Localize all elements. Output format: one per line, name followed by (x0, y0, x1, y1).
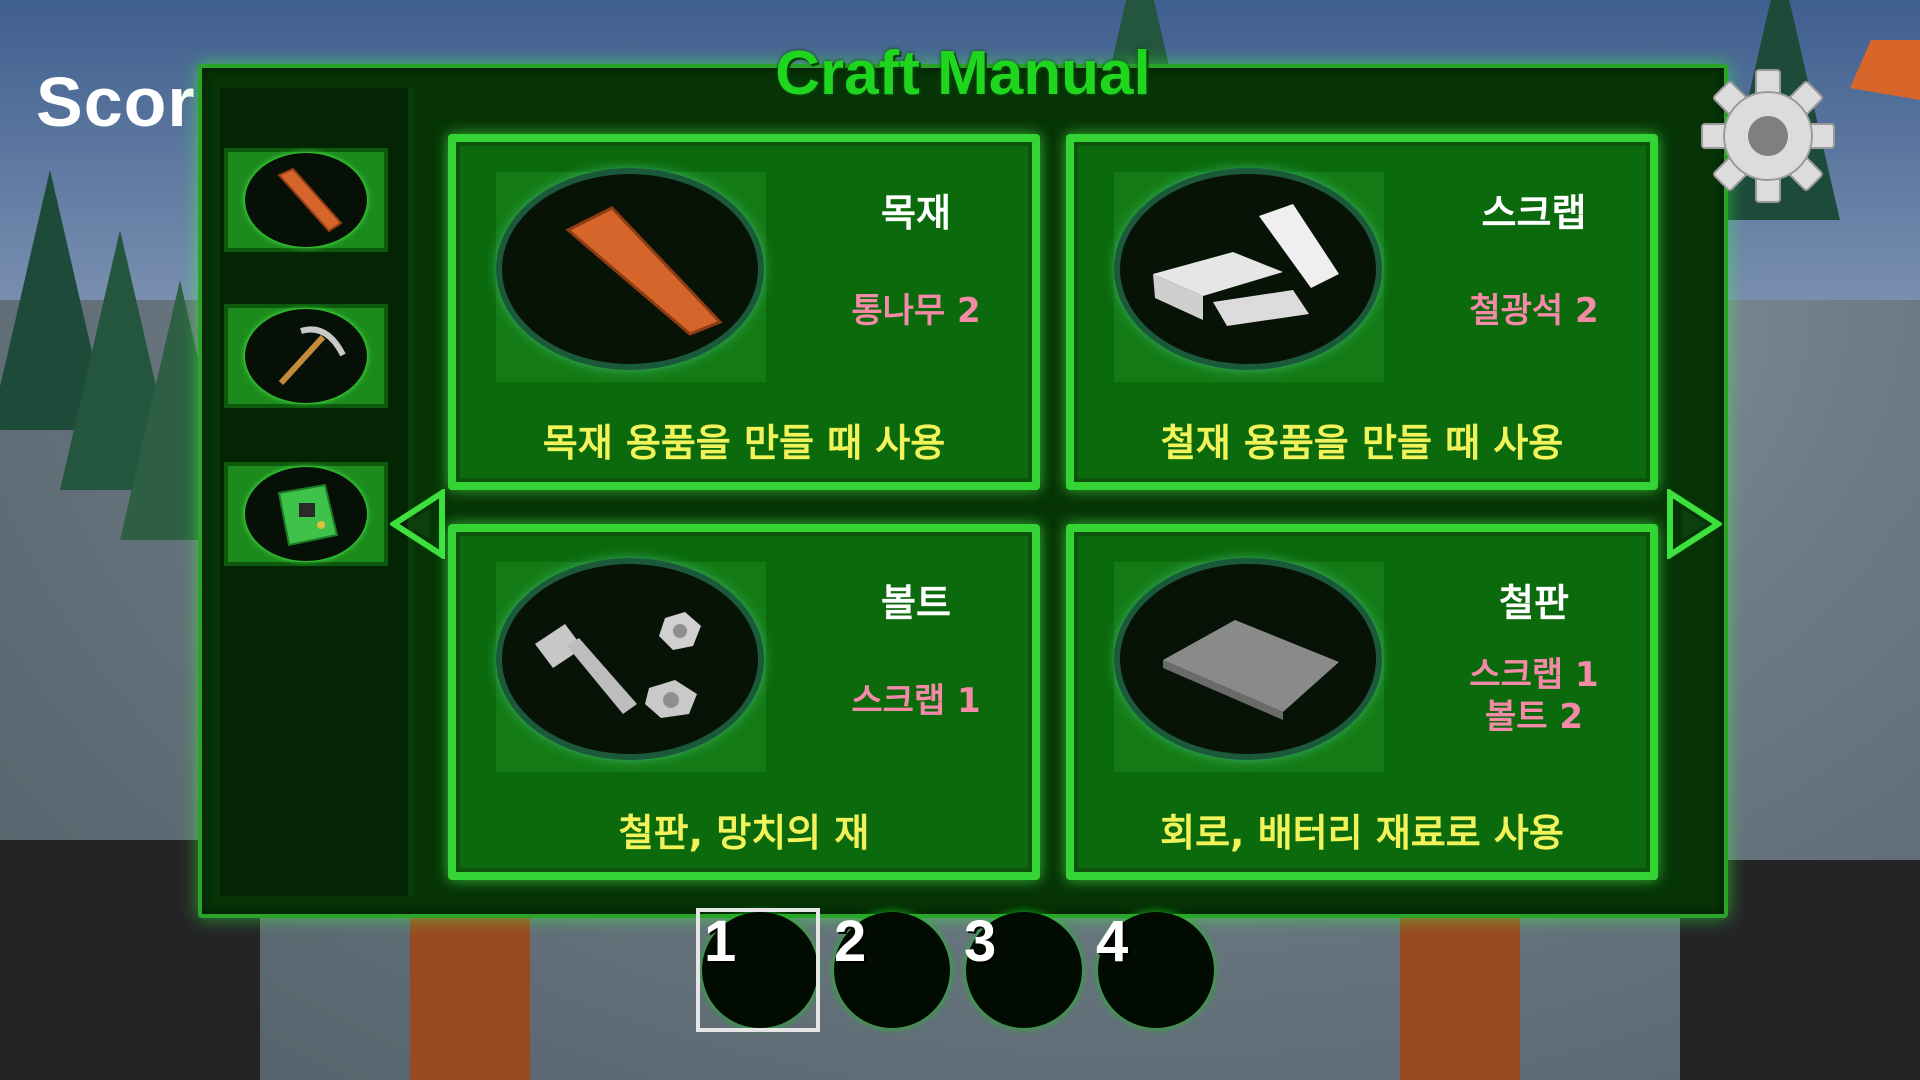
item-recipe: 철광석 2 (1469, 291, 1599, 331)
item-name: 철판 (1499, 581, 1569, 625)
recipe-card[interactable]: 철판 스크랩 1 볼트 2 회로, 배터리 재료로 사용 (1066, 524, 1658, 880)
brown-pillar (1400, 910, 1520, 1080)
hotbar-slot-number: 4 (1096, 909, 1129, 974)
hotbar-slot-number: 2 (834, 909, 867, 974)
item-description: 철판, 망치의 재 (618, 811, 870, 855)
item-name: 목재 (881, 191, 951, 235)
item-description: 목재 용품을 만들 때 사용 (542, 421, 946, 465)
craft-manual-panel: Craft Manual 목재 통나무 2 목재 용품을 만들 때 사용 스크랩… (198, 39, 1728, 918)
item-description: 철재 용품을 만들 때 사용 (1160, 421, 1564, 465)
settings-button[interactable] (1700, 68, 1836, 204)
next-page-arrow[interactable] (1664, 484, 1724, 564)
iron-plate-icon (1120, 564, 1376, 754)
circuit-board-icon (245, 467, 367, 561)
item-recipe: 스크랩 1 (1469, 655, 1599, 695)
item-name: 스크랩 (1481, 191, 1587, 235)
hotbar-slot-number: 3 (964, 909, 997, 974)
recipe-card[interactable]: 볼트 스크랩 1 철판, 망치의 재 (448, 524, 1040, 880)
category-tab-electronics[interactable] (224, 462, 388, 566)
item-recipe: 볼트 2 (1484, 697, 1584, 737)
left-arrow-icon (390, 489, 445, 559)
item-recipe: 통나무 2 (851, 291, 981, 331)
panel-title: Craft Manual (775, 39, 1151, 108)
item-name: 볼트 (881, 581, 951, 625)
wood-plank-icon (502, 174, 758, 364)
item-description: 회로, 배터리 재료로 사용 (1160, 811, 1564, 855)
wood-plank-icon (245, 153, 367, 247)
category-tab-tools[interactable] (224, 304, 388, 408)
brown-pillar (410, 910, 530, 1080)
item-recipe: 스크랩 1 (851, 681, 981, 721)
score-label: Scor (36, 63, 196, 141)
category-sidebar (220, 88, 414, 896)
prev-page-arrow[interactable] (388, 484, 448, 564)
category-tab-materials[interactable] (224, 148, 388, 252)
right-arrow-icon (1667, 489, 1722, 559)
scrap-icon (1120, 174, 1376, 364)
pickaxe-icon (245, 309, 367, 403)
recipe-card[interactable]: 목재 통나무 2 목재 용품을 만들 때 사용 (448, 134, 1040, 490)
bolt-icon (502, 564, 758, 754)
hotbar-slot-number: 1 (704, 909, 737, 974)
recipe-card[interactable]: 스크랩 철광석 2 철재 용품을 만들 때 사용 (1066, 134, 1658, 490)
gear-icon (1701, 69, 1835, 203)
